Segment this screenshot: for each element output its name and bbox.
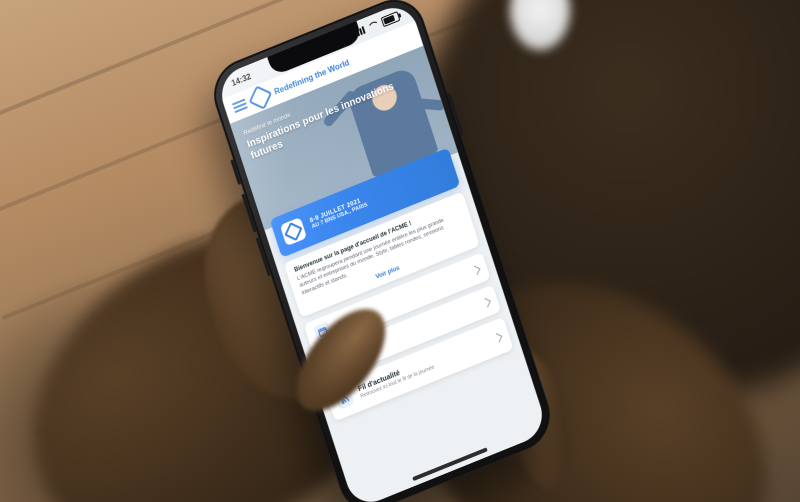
photo-scene: 14:32 Redefining the World	[0, 0, 800, 502]
battery-icon	[381, 11, 401, 27]
chevron-right-icon	[493, 333, 502, 342]
status-time: 14:32	[230, 71, 252, 87]
chevron-right-icon	[482, 297, 491, 306]
wifi-icon	[367, 19, 381, 32]
phone-mute-switch	[230, 159, 241, 185]
menu-icon[interactable]	[232, 98, 248, 113]
chevron-right-icon	[471, 265, 480, 274]
brand-logo-icon	[249, 85, 273, 109]
brand-logo-icon	[280, 217, 307, 246]
